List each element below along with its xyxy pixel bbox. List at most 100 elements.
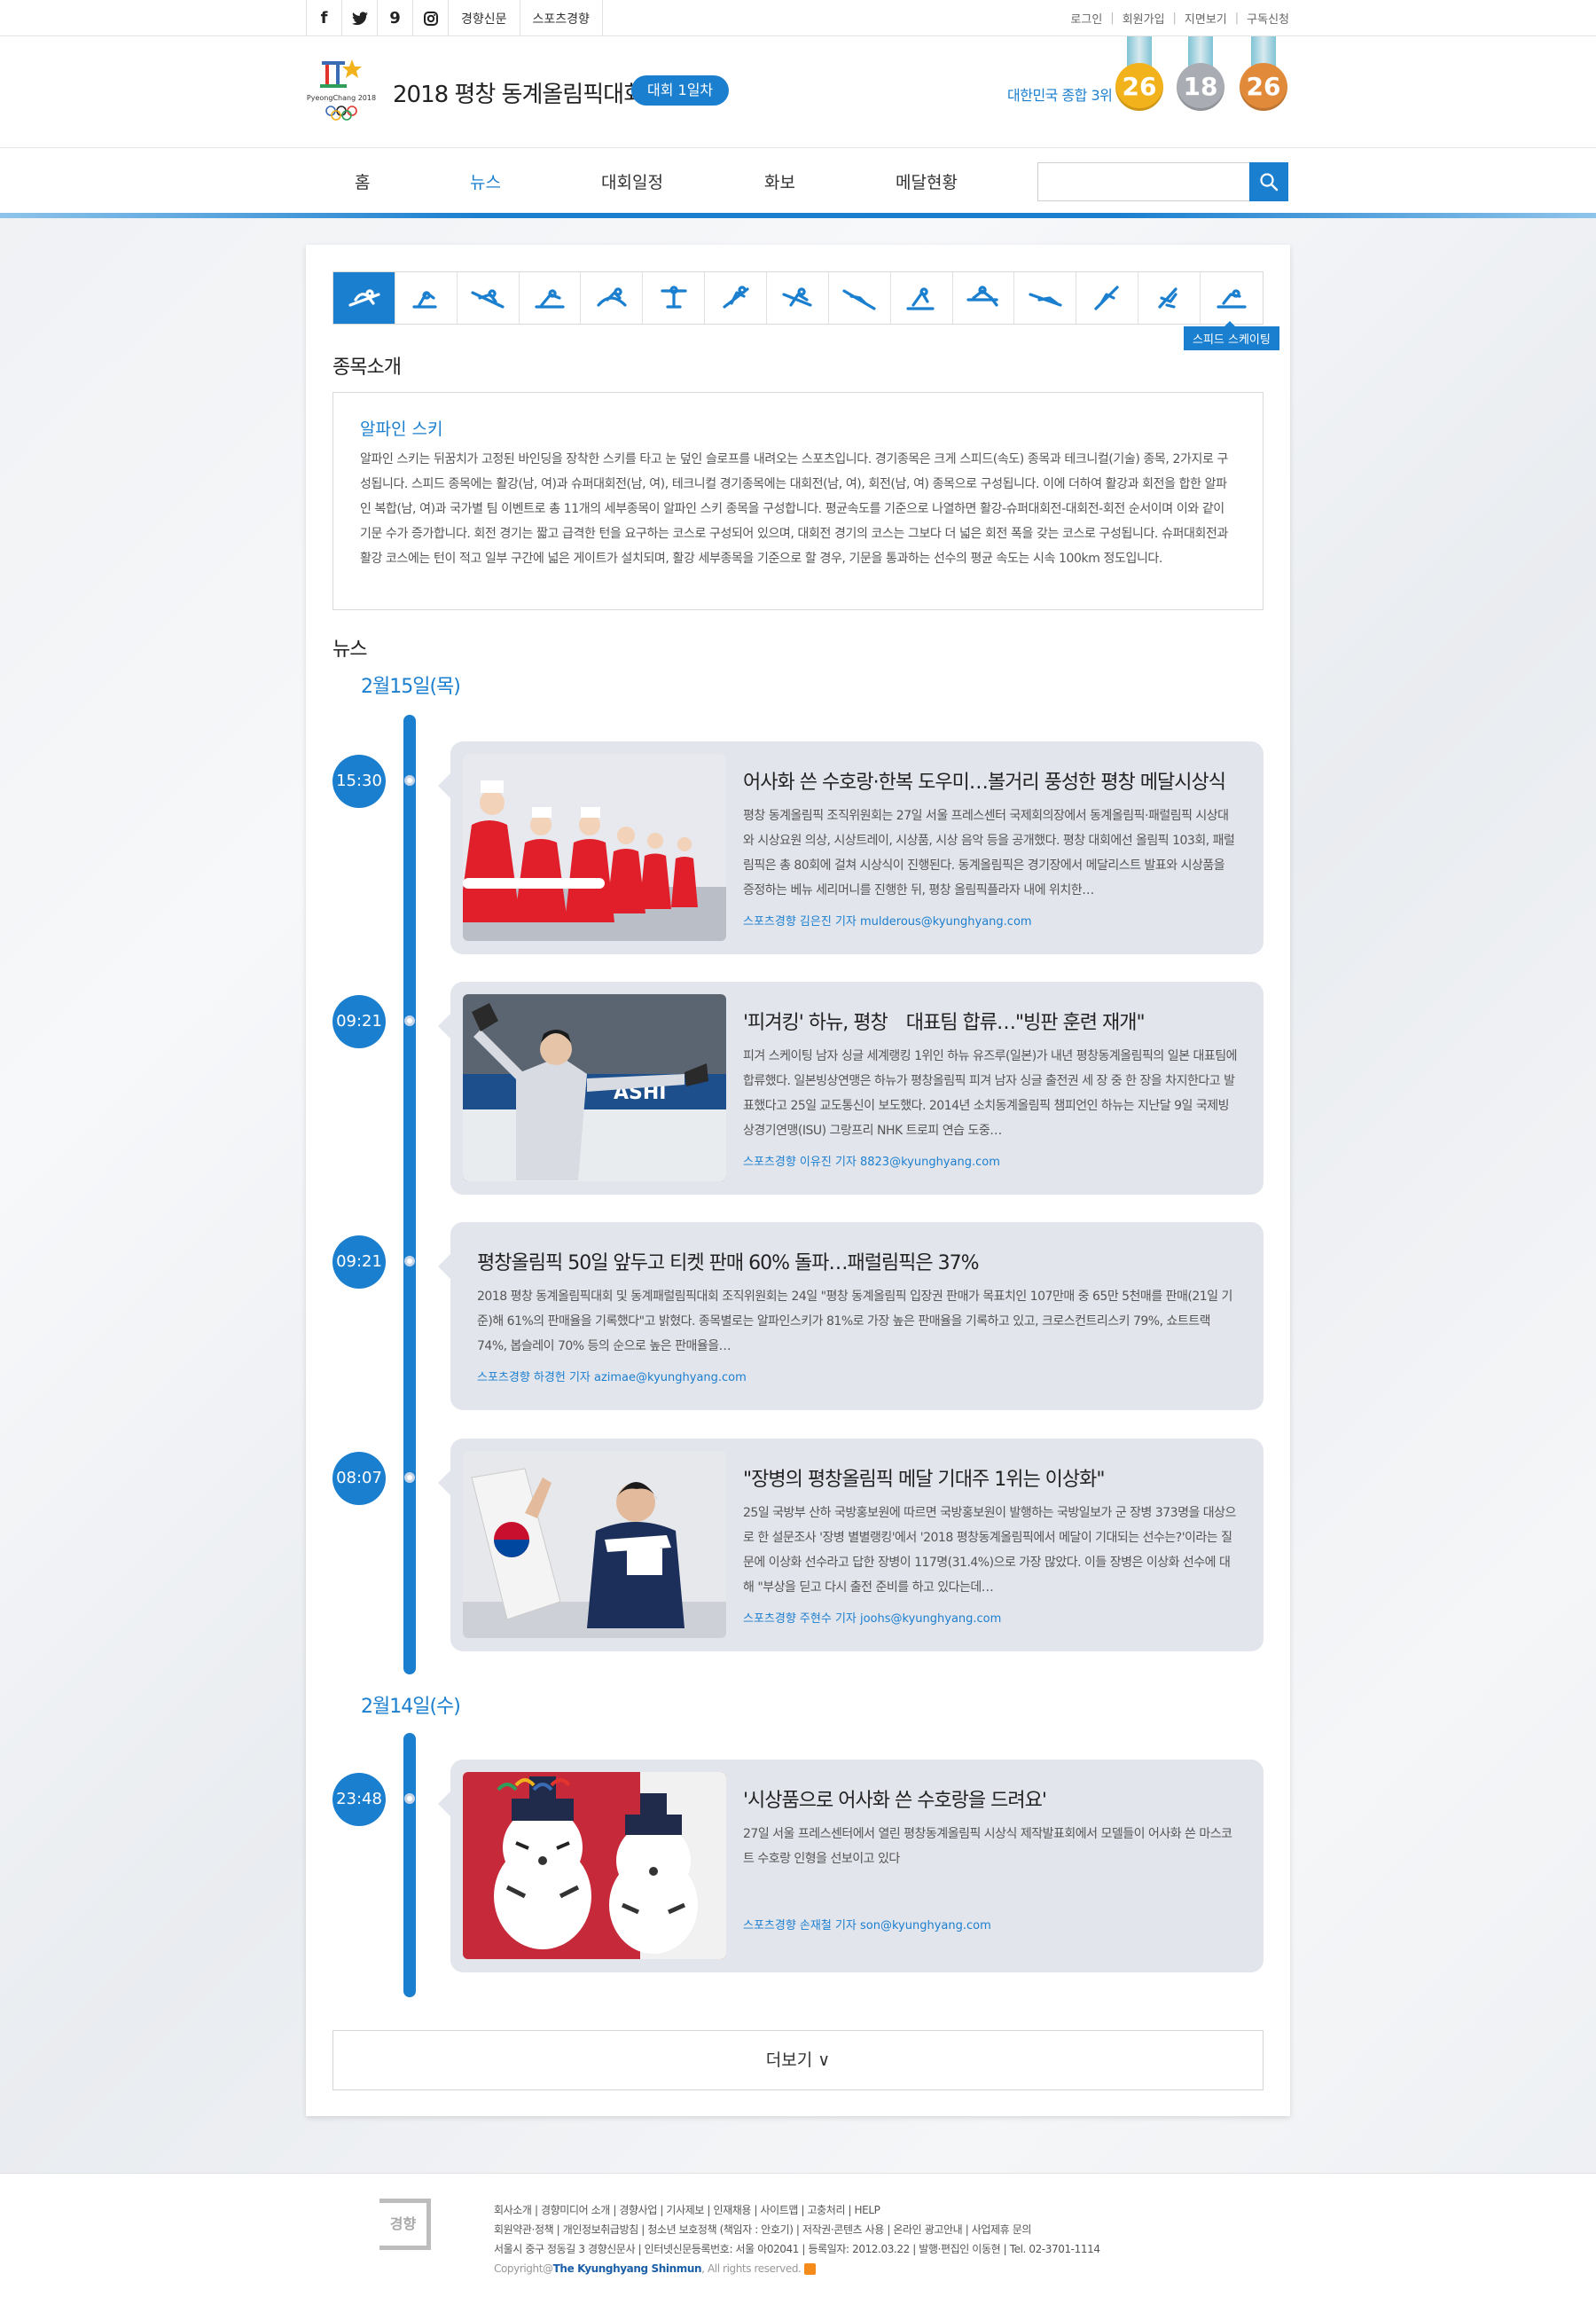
subscribe-link[interactable]: 구독신청 (1247, 10, 1289, 27)
news-photo-mascot[interactable] (463, 1772, 726, 1959)
link-kyunghyang[interactable]: 경향신문 (449, 0, 520, 36)
signup-link[interactable]: 회원가입 (1123, 10, 1165, 27)
sport-tab[interactable] (581, 272, 644, 324)
sport-tab[interactable] (1201, 272, 1263, 324)
sport-tab[interactable] (953, 272, 1015, 324)
day-badge: 대회 1일차 (631, 75, 730, 106)
search-input[interactable] (1038, 163, 1251, 200)
news-card[interactable]: "장병의 평창올림픽 메달 기대주 1위는 이상화" 25일 국방부 산하 국방… (438, 1439, 1264, 1651)
story-icon[interactable]: 9 (378, 0, 413, 36)
sport-pictogram-icon (1157, 287, 1177, 309)
timeline-bar (403, 1733, 416, 1997)
news-title[interactable]: 평창올림픽 50일 앞두고 티켓 판매 60% 돌파…패럴림픽은 37% (477, 1247, 1239, 1275)
news-desc: 27일 서울 프레스센터에서 열린 평창동계올림픽 시상식 제작발표회에서 모델… (743, 1827, 1232, 1866)
news-desc: 피겨 스케이팅 남자 싱글 세계랭킹 1위인 하뉴 유즈루(일본)가 내년 평창… (743, 1049, 1237, 1138)
twitter-icon[interactable] (342, 0, 378, 36)
nav-news[interactable]: 뉴스 (470, 169, 501, 193)
date-label: 2월15일(목) (361, 676, 461, 698)
sport-pictogram-icon (722, 286, 749, 309)
sport-tab[interactable] (1014, 272, 1077, 324)
news-desc: 평창 동계올림픽 조직위원회는 27일 서울 프레스센터 국제회의장에서 동계올… (743, 809, 1235, 898)
news-card[interactable]: '시상품으로 어사화 쓴 수호랑을 드려요' 27일 서울 프레스센터에서 열린… (438, 1760, 1264, 1972)
news-title[interactable]: '시상품으로 어사화 쓴 수호랑을 드려요' (743, 1784, 1239, 1813)
sport-tab[interactable] (891, 272, 953, 324)
pyeongchang-logo[interactable]: PyeongChang 2018 (306, 54, 377, 125)
news-photo-medal-ceremony[interactable] (463, 754, 726, 941)
time-badge: 15:30 (332, 755, 386, 808)
nav-home[interactable]: 홈 (355, 169, 370, 193)
date-label: 2월14일(수) (361, 1696, 461, 1718)
news-title[interactable]: "장병의 평창올림픽 메달 기대주 1위는 이상화" (743, 1463, 1239, 1492)
content-panel: 스피드 스케이팅 종목소개 알파인 스키 알파인 스키는 뒤꿈치가 고정된 바인… (306, 245, 1290, 2116)
sport-pictogram-icon (906, 287, 935, 310)
link-sports-kyunghyang[interactable]: 스포츠경향 (520, 0, 603, 36)
facebook-icon[interactable]: f (307, 0, 342, 36)
sport-tooltip: 스피드 스케이팅 (1184, 321, 1279, 350)
epaper-link[interactable]: 지면보기 (1185, 10, 1227, 27)
sport-tab[interactable] (829, 272, 891, 324)
top-bar: f 9 경향신문 스포츠경향 로그인 | 회원가입 | 지면보기 | 구독신청 (0, 0, 1596, 36)
nav-gallery[interactable]: 화보 (764, 169, 795, 193)
intro-body: 알파인 스키는 뒤꿈치가 고정된 바인딩을 장착한 스키를 타고 눈 덮인 슬로… (360, 452, 1228, 566)
rss-icon[interactable] (803, 2263, 816, 2275)
utility-links: 로그인 | 회원가입 | 지면보기 | 구독신청 (1070, 10, 1289, 27)
timeline-dot (404, 1793, 415, 1804)
news-photo-skater[interactable]: ASHI (463, 994, 726, 1181)
news-byline[interactable]: 스포츠경향 하경헌 기자 azimae@kyunghyang.com (477, 1368, 1239, 1384)
news-card[interactable]: 어사화 쓴 수호랑·한복 도우미…볼거리 풍성한 평창 메달시상식 평창 동계올… (438, 741, 1264, 954)
nav-underline (0, 213, 1596, 218)
sport-pictogram-icon (661, 286, 687, 309)
site-footer: 경향 회사소개 | 경향미디어 소개 | 경향사업 | 기사제보 | 인재채용 … (0, 2173, 1596, 2297)
sport-pictogram-icon (782, 287, 813, 307)
sport-tab[interactable] (643, 272, 706, 324)
sport-tab[interactable] (458, 272, 520, 324)
news-title[interactable]: 어사화 쓴 수호랑·한복 도우미…볼거리 풍성한 평창 메달시상식 (743, 766, 1239, 795)
sport-pictogram-icon (1094, 286, 1119, 310)
news-title[interactable]: '피겨킹' 하뉴, 평창 대표팀 합류…"빙판 훈련 재개" (743, 1007, 1239, 1035)
nav-medals[interactable]: 메달현황 (896, 169, 958, 193)
news-desc: 2018 평창 동계올림픽대회 및 동계패럴림픽대회 조직위원회는 24일 "평… (477, 1290, 1232, 1353)
news-card[interactable]: 평창올림픽 50일 앞두고 티켓 판매 60% 돌파…패럴림픽은 37% 201… (438, 1222, 1264, 1410)
time-badge: 09:21 (332, 1235, 386, 1289)
news-text: 어사화 쓴 수호랑·한복 도우미…볼거리 풍성한 평창 메달시상식 평창 동계올… (743, 766, 1239, 929)
news-text: '피겨킹' 하뉴, 평창 대표팀 합류…"빙판 훈련 재개" 피겨 스케이팅 남… (743, 1007, 1239, 1169)
sport-pictogram-icon (1029, 293, 1062, 307)
rank-text: 대한민국 종합 3위 (1007, 87, 1113, 104)
sport-pictogram-icon (966, 286, 998, 307)
sport-pictogram-icon (471, 289, 505, 309)
load-more-button[interactable]: 더보기 ∨ (332, 2030, 1264, 2090)
sport-tab[interactable] (520, 272, 582, 324)
login-link[interactable]: 로그인 (1070, 10, 1102, 27)
social-links: f 9 경향신문 스포츠경향 (306, 0, 603, 36)
news-byline[interactable]: 스포츠경향 김은진 기자 mulderous@kyunghyang.com (743, 912, 1239, 929)
footer-line-company[interactable]: 회사소개 | 경향미디어 소개 | 경향사업 | 기사제보 | 인재채용 | 사… (494, 2200, 1100, 2220)
intro-box: 알파인 스키 알파인 스키는 뒤꿈치가 고정된 바인딩을 장착한 스키를 타고 … (332, 392, 1264, 610)
news-byline[interactable]: 스포츠경향 손재철 기자 son@kyunghyang.com (743, 1916, 1239, 1932)
time-badge: 08:07 (332, 1452, 386, 1505)
news-desc: 25일 국방부 산하 국방홍보원에 따르면 국방홍보원이 발행하는 국방일보가 … (743, 1506, 1236, 1595)
intro-title: 알파인 스키 (360, 419, 443, 439)
search-button[interactable] (1249, 162, 1288, 201)
sport-pictogram-icon (348, 289, 381, 307)
timeline-dot (404, 1015, 415, 1026)
instagram-icon[interactable] (413, 0, 449, 36)
timeline-dot (404, 775, 415, 786)
sport-tab[interactable] (1076, 272, 1139, 324)
timeline-dot (404, 1472, 415, 1483)
nav-schedule[interactable]: 대회일정 (601, 169, 663, 193)
sport-tab[interactable] (395, 272, 458, 324)
sport-tab[interactable] (1138, 272, 1201, 324)
news-heading: 뉴스 (332, 639, 367, 661)
silver-count: 18 (1177, 63, 1224, 111)
sport-tab[interactable] (333, 272, 395, 324)
news-card[interactable]: ASHI '피겨킹' 하뉴, 평창 대표팀 합류…"빙판 훈련 재개" 피겨 스… (438, 982, 1264, 1195)
news-photo-speed-skater[interactable] (463, 1451, 726, 1638)
bronze-count: 26 (1240, 63, 1287, 111)
news-byline[interactable]: 스포츠경향 이유진 기자 8823@kyunghyang.com (743, 1152, 1239, 1169)
sport-tab[interactable] (705, 272, 768, 324)
footer-line-policy[interactable]: 회원약관·정책 | 개인정보취급방침 | 청소년 보호정책 (책임자 : 안호기… (494, 2220, 1100, 2239)
sport-tabs (332, 271, 1264, 325)
site-header: PyeongChang 2018 2018 평창 동계올림픽대회 대회 1일차 … (0, 36, 1596, 147)
news-byline[interactable]: 스포츠경향 주현수 기자 joohs@kyunghyang.com (743, 1609, 1239, 1626)
sport-tab[interactable] (767, 272, 829, 324)
